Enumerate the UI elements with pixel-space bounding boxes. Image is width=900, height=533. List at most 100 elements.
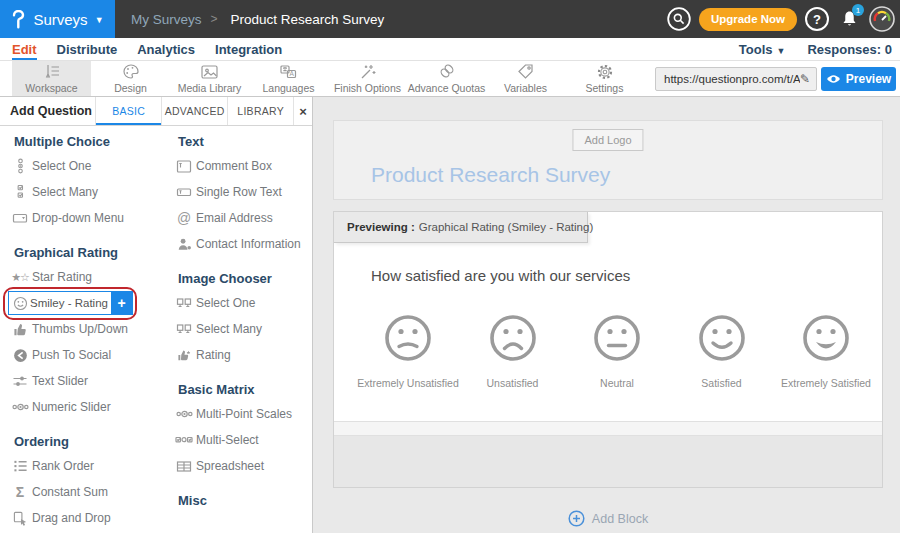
question-section: Misc bbox=[172, 493, 310, 509]
question-type-label: Drop-down Menu bbox=[32, 211, 124, 225]
star-rating-icon: ★☆ bbox=[8, 271, 32, 284]
dropdown-menu-icon bbox=[8, 211, 32, 225]
finish-options-icon bbox=[359, 63, 377, 80]
toolbar-languages[interactable]: ALanguages bbox=[249, 61, 328, 96]
survey-title[interactable]: Product Research Survey bbox=[371, 163, 610, 187]
question-type-star-rating[interactable]: ★☆Star Rating bbox=[8, 264, 166, 290]
nav-tab-analytics[interactable]: Analytics bbox=[127, 42, 205, 57]
question-type-smiley-highlighted[interactable]: Smiley - Rating+ bbox=[8, 291, 133, 315]
help-button[interactable]: ? bbox=[805, 7, 829, 31]
question-preview-card: Previewing :Graphical Rating (Smiley - R… bbox=[333, 211, 883, 488]
numeric-slider-icon bbox=[8, 401, 32, 413]
toolbar-workspace[interactable]: Workspace bbox=[12, 61, 91, 96]
questionpro-logo[interactable]: Surveys ▼ bbox=[0, 0, 115, 38]
add-question-type-button[interactable]: + bbox=[111, 292, 132, 314]
question-type-constant-sum[interactable]: ΣConstant Sum bbox=[8, 479, 166, 505]
edit-url-icon[interactable]: ✎ bbox=[800, 72, 810, 86]
smiley-label: Satisfied bbox=[701, 377, 741, 389]
toolbar-design[interactable]: Design bbox=[91, 61, 170, 96]
question-type-single-row-text[interactable]: Single Row Text bbox=[172, 179, 310, 205]
toolbar-label: Languages bbox=[263, 82, 315, 94]
breadcrumb-parent[interactable]: My Surveys bbox=[131, 12, 202, 27]
smiley-face-big-smile-icon[interactable] bbox=[800, 312, 852, 364]
smiley-option[interactable]: Unsatisfied bbox=[461, 312, 565, 389]
nav-tab-distribute[interactable]: Distribute bbox=[47, 42, 128, 57]
question-section: Multiple Choice Select One Select Many Drop… bbox=[8, 134, 166, 231]
top-bar: Surveys ▼ My Surveys > Product Research … bbox=[0, 0, 900, 38]
smiley-face-frown-icon[interactable] bbox=[487, 312, 539, 364]
toolbar-label: Design bbox=[114, 82, 147, 94]
smiley-face-neutral-icon[interactable] bbox=[591, 312, 643, 364]
question-type-image-select-many[interactable]: Select Many bbox=[172, 316, 310, 342]
toolbar-label: Settings bbox=[586, 82, 624, 94]
question-type-drag-and-drop[interactable]: Drag and Drop bbox=[8, 505, 166, 531]
question-type-label: Select Many bbox=[196, 322, 262, 336]
smiley-label: Unsatisfied bbox=[487, 377, 539, 389]
advance-quotas-icon bbox=[438, 63, 456, 80]
question-type-rank-order[interactable]: Rank Order bbox=[8, 453, 166, 479]
smiley-option[interactable]: Extremely Satisfied bbox=[774, 312, 878, 389]
smiley-face-slight-frown-icon[interactable] bbox=[382, 312, 434, 364]
question-type-multi-point-scales[interactable]: Multi-Point Scales bbox=[172, 401, 310, 427]
question-type-label: Comment Box bbox=[196, 159, 272, 173]
question-type-thumbs-up-down[interactable]: Thumbs Up/Down bbox=[8, 316, 166, 342]
question-type-push-to-social[interactable]: Push To Social bbox=[8, 342, 166, 368]
toolbar-media-library[interactable]: Media Library bbox=[170, 61, 249, 96]
question-text[interactable]: How satisfied are you with our services bbox=[371, 267, 630, 284]
toolbar-label: Advance Quotas bbox=[408, 82, 486, 94]
question-type-label: Multi-Point Scales bbox=[196, 407, 292, 421]
question-type-numeric-slider[interactable]: Numeric Slider bbox=[8, 394, 166, 420]
eye-icon bbox=[826, 74, 841, 84]
question-type-spreadsheet[interactable]: Spreadsheet bbox=[172, 453, 310, 479]
add-logo-button[interactable]: Add Logo bbox=[572, 129, 643, 151]
responses-count[interactable]: Responses: 0 bbox=[807, 42, 892, 57]
question-type-label: Constant Sum bbox=[32, 485, 108, 499]
survey-toolbar: Workspace Design Media LibraryALanguagesFi… bbox=[0, 60, 900, 97]
toolbar-label: Variables bbox=[504, 82, 547, 94]
question-type-image-rating[interactable]: Rating bbox=[172, 342, 310, 368]
question-type-dropdown-menu[interactable]: Drop-down Menu bbox=[8, 205, 166, 231]
notifications-button[interactable]: 1 bbox=[837, 7, 861, 31]
survey-header-card: Add Logo Product Research Survey bbox=[333, 120, 883, 200]
smiley-label: Extremely Satisfied bbox=[781, 377, 871, 389]
select-many-icon bbox=[8, 184, 32, 200]
question-type-multi-select[interactable]: Multi-Select bbox=[172, 427, 310, 453]
preview-button[interactable]: Preview bbox=[821, 67, 896, 91]
smiley-option[interactable]: Satisfied bbox=[670, 312, 774, 389]
tools-menu[interactable]: Tools▼ bbox=[739, 42, 786, 57]
card-footer-area bbox=[334, 435, 882, 487]
question-type-comment-box[interactable]: Comment Box bbox=[172, 153, 310, 179]
question-type-email-address[interactable]: @Email Address bbox=[172, 205, 310, 231]
question-type-label: Single Row Text bbox=[196, 185, 282, 199]
account-avatar[interactable] bbox=[869, 6, 895, 32]
smiley-option[interactable]: Neutral bbox=[565, 312, 669, 389]
question-type-label: Rating bbox=[196, 348, 231, 362]
question-section: Basic MatrixMulti-Point ScalesMulti-Sele… bbox=[172, 382, 310, 479]
section-title: Multiple Choice bbox=[14, 134, 166, 150]
question-type-image-select-one[interactable]: Select One bbox=[172, 290, 310, 316]
smiley-face-smile-icon[interactable] bbox=[696, 312, 748, 364]
question-type-select-one[interactable]: Select One bbox=[8, 153, 166, 179]
question-type-select-many[interactable]: Select Many bbox=[8, 179, 166, 205]
question-type-label: Rank Order bbox=[32, 459, 94, 473]
search-icon[interactable] bbox=[667, 7, 691, 31]
survey-url-field[interactable]: https://questionpro.com/t/A ✎ bbox=[655, 67, 817, 91]
question-type-contact-information[interactable]: Contact Information bbox=[172, 231, 310, 257]
toolbar-finish-options[interactable]: Finish Options bbox=[328, 61, 407, 96]
upgrade-now-button[interactable]: Upgrade Now bbox=[699, 8, 797, 31]
add-question-panel: Add Question BASICADVANCEDLIBRARY × Mult… bbox=[0, 97, 313, 533]
nav-tab-edit[interactable]: Edit bbox=[2, 42, 47, 57]
breadcrumb-separator-icon: > bbox=[211, 12, 218, 26]
toolbar-settings[interactable]: Settings bbox=[565, 61, 644, 96]
toolbar-advance-quotas[interactable]: Advance Quotas bbox=[407, 61, 486, 96]
section-title: Image Chooser bbox=[178, 271, 310, 287]
toolbar-variables[interactable]: Variables bbox=[486, 61, 565, 96]
add-block-button[interactable]: Add Block bbox=[333, 510, 883, 527]
logo-p-icon bbox=[11, 10, 26, 29]
settings-icon bbox=[596, 63, 614, 80]
question-type-label: Select Many bbox=[32, 185, 98, 199]
multi-select-icon bbox=[172, 434, 196, 446]
question-type-text-slider[interactable]: Text Slider bbox=[8, 368, 166, 394]
smiley-option[interactable]: Extremely Unsatisfied bbox=[356, 312, 460, 389]
nav-tab-integration[interactable]: Integration bbox=[205, 42, 292, 57]
